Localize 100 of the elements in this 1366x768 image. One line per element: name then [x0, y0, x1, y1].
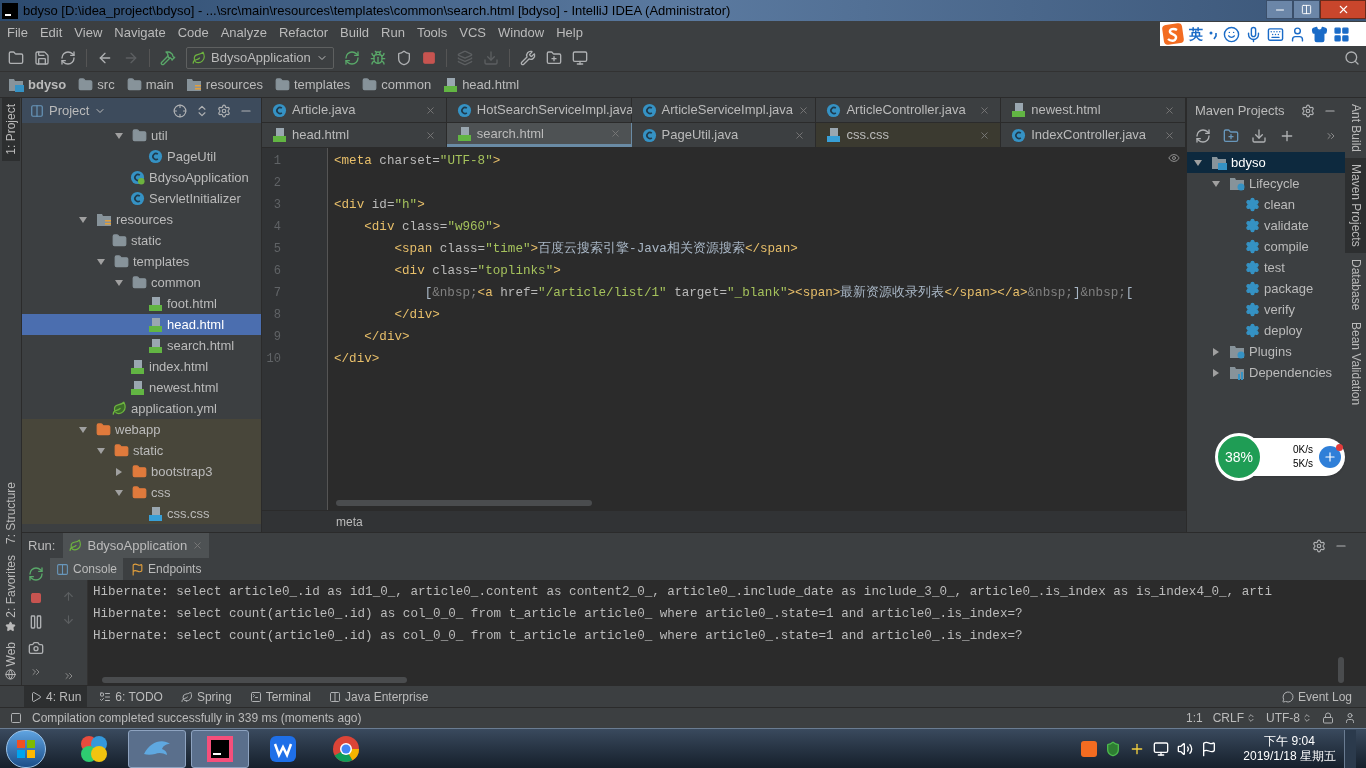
- settings-icon[interactable]: [1301, 103, 1315, 118]
- wrench-icon[interactable]: [519, 49, 536, 66]
- sogou-logo-icon[interactable]: [1081, 740, 1098, 757]
- tool-window-button[interactable]: Terminal: [243, 686, 317, 707]
- tree-item[interactable]: css.css: [22, 503, 261, 524]
- refresh-icon[interactable]: [1195, 127, 1211, 144]
- caret-position[interactable]: 1:1: [1185, 709, 1203, 727]
- tree-item[interactable]: clean: [1187, 194, 1345, 215]
- more-icon[interactable]: [62, 670, 75, 682]
- breadcrumb[interactable]: templates: [274, 74, 351, 95]
- rerun-icon[interactable]: [343, 49, 360, 66]
- minimize-button[interactable]: [1266, 0, 1293, 19]
- close-icon[interactable]: [1164, 129, 1175, 141]
- breadcrumb[interactable]: head.html: [443, 74, 520, 95]
- tree-item[interactable]: util: [22, 125, 261, 146]
- close-icon[interactable]: [798, 104, 810, 116]
- collapsed-arrow-icon[interactable]: [114, 466, 124, 477]
- close-icon[interactable]: [979, 104, 991, 116]
- expanded-arrow-icon[interactable]: [1193, 157, 1203, 168]
- tree-item[interactable]: templates: [22, 251, 261, 272]
- tree-item[interactable]: ServletInitializer: [22, 188, 261, 209]
- menu-item[interactable]: Analyze: [214, 22, 273, 43]
- camera-icon[interactable]: [28, 640, 44, 656]
- flag-icon[interactable]: [1201, 740, 1218, 757]
- tree-item[interactable]: bootstrap3: [22, 461, 261, 482]
- expanded-arrow-icon[interactable]: [114, 130, 124, 141]
- tool-window-button[interactable]: Java Enterprise: [323, 686, 435, 707]
- expanded-arrow-icon[interactable]: [78, 424, 88, 435]
- menu-item[interactable]: Edit: [33, 22, 69, 43]
- tree-item[interactable]: bdyso: [1187, 152, 1345, 173]
- clock-date[interactable]: 2019/1/18 星期五: [1243, 748, 1336, 764]
- monitor-icon[interactable]: [1153, 740, 1170, 757]
- microphone-icon[interactable]: [1245, 25, 1262, 43]
- user-icon[interactable]: [1289, 25, 1306, 43]
- open-folder-icon[interactable]: [8, 49, 24, 66]
- side-tab[interactable]: 7: Structure: [1, 475, 20, 550]
- menu-item[interactable]: Tools: [410, 22, 454, 43]
- side-tab[interactable]: Ant Build: [1345, 98, 1366, 159]
- tree-item[interactable]: verify: [1187, 299, 1345, 320]
- run-config-dropdown[interactable]: BdysoApplication: [186, 46, 334, 69]
- tree-item[interactable]: static: [22, 440, 261, 461]
- console-tab[interactable]: Endpoints: [125, 558, 208, 580]
- tree-item[interactable]: Lifecycle: [1187, 173, 1345, 194]
- editor-tab[interactable]: search.html: [446, 123, 632, 147]
- expanded-arrow-icon[interactable]: [114, 487, 124, 498]
- expanded-arrow-icon[interactable]: [96, 256, 106, 267]
- lock-icon[interactable]: [1322, 712, 1334, 724]
- save-icon[interactable]: [34, 49, 50, 66]
- tree-item[interactable]: application.yml: [22, 398, 261, 419]
- maximize-button[interactable]: [1293, 0, 1320, 19]
- side-tab[interactable]: Bean Validation: [1345, 316, 1366, 412]
- tool-window-button[interactable]: 4: Run: [24, 686, 88, 707]
- search-icon[interactable]: [1344, 49, 1360, 66]
- sync-icon[interactable]: [60, 49, 76, 66]
- close-icon[interactable]: [979, 129, 991, 141]
- breadcrumb[interactable]: main: [126, 74, 174, 95]
- eye-icon[interactable]: [1168, 152, 1180, 164]
- close-icon[interactable]: [1164, 104, 1175, 116]
- smiley-icon[interactable]: [1223, 25, 1240, 43]
- tree-item[interactable]: deploy: [1187, 320, 1345, 341]
- menu-item[interactable]: Build: [334, 22, 375, 43]
- line-separator-dropdown[interactable]: CRLF: [1212, 709, 1256, 727]
- menu-item[interactable]: File: [1, 22, 34, 43]
- shield-icon[interactable]: [1105, 740, 1122, 757]
- run-config-tab[interactable]: BdysoApplication: [63, 533, 210, 558]
- hammer-icon[interactable]: [160, 49, 176, 66]
- shirt-icon[interactable]: [1311, 25, 1328, 43]
- breadcrumb[interactable]: common: [362, 74, 432, 95]
- expanded-arrow-icon[interactable]: [96, 445, 106, 456]
- stop-icon[interactable]: [421, 50, 436, 65]
- side-tab[interactable]: Web: [1, 636, 20, 685]
- tree-item[interactable]: package: [1187, 278, 1345, 299]
- add-folder-icon[interactable]: [1223, 127, 1239, 144]
- tree-item[interactable]: foot.html: [22, 293, 261, 314]
- side-tab[interactable]: Maven Projects: [1345, 158, 1366, 253]
- menu-item[interactable]: Window: [491, 22, 551, 43]
- encoding-dropdown[interactable]: UTF-8: [1266, 709, 1312, 727]
- side-tab[interactable]: Database: [1345, 252, 1366, 317]
- tree-item[interactable]: webapp: [22, 419, 261, 440]
- pause-icon[interactable]: [28, 614, 44, 630]
- start-button[interactable]: [6, 729, 46, 768]
- menu-item[interactable]: Navigate: [108, 22, 172, 43]
- expanded-arrow-icon[interactable]: [114, 277, 124, 288]
- more-icon[interactable]: [30, 666, 42, 678]
- grid-icon[interactable]: [1333, 25, 1350, 43]
- expanded-arrow-icon[interactable]: [1211, 178, 1221, 189]
- editor-breadcrumb[interactable]: meta: [336, 512, 363, 531]
- breadcrumb[interactable]: bdyso: [8, 74, 67, 95]
- close-icon[interactable]: [424, 104, 436, 116]
- taskbar-app[interactable]: [191, 729, 249, 768]
- tree-item[interactable]: resources: [22, 209, 261, 230]
- horizontal-scrollbar[interactable]: [336, 500, 592, 506]
- breadcrumb[interactable]: src: [78, 74, 115, 95]
- collapsed-arrow-icon[interactable]: [1211, 346, 1221, 357]
- side-tab[interactable]: 2: Favorites: [1, 549, 20, 637]
- tree-item[interactable]: compile: [1187, 236, 1345, 257]
- close-button[interactable]: [1320, 0, 1366, 19]
- vertical-scrollbar[interactable]: [1338, 657, 1344, 683]
- settings-icon[interactable]: [217, 103, 231, 118]
- tree-item[interactable]: search.html: [22, 335, 261, 356]
